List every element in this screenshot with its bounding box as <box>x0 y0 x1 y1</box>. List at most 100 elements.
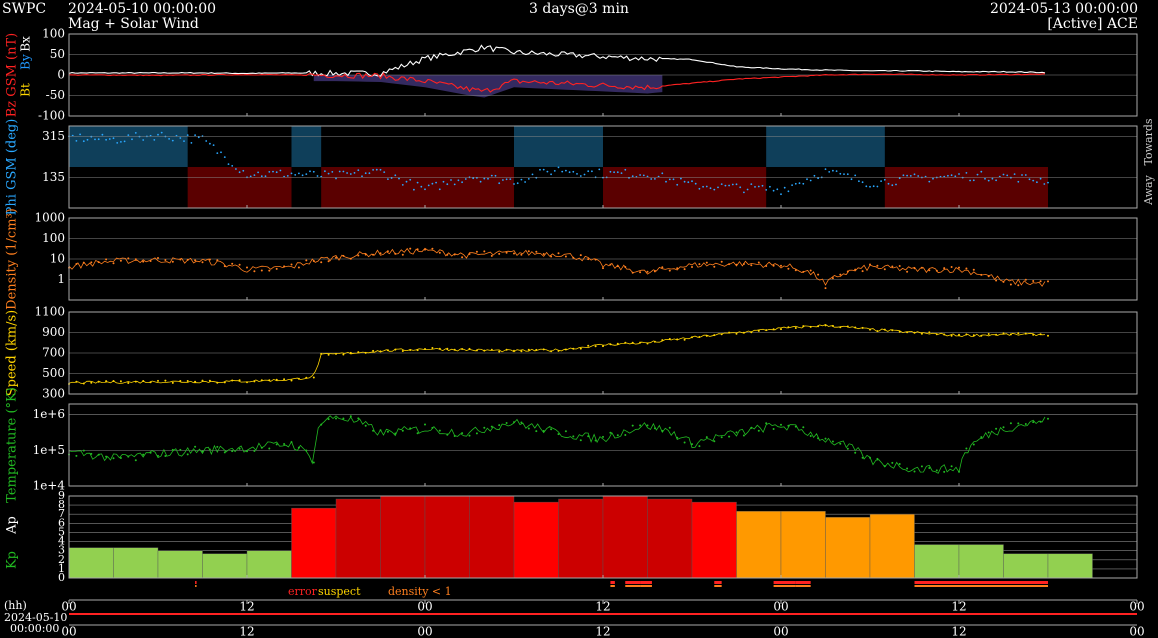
solar-wind-chart: 100500-50-100Bz GSM (nT) BtByBx315135Phi … <box>4 27 1155 638</box>
phi-point <box>620 172 623 175</box>
temperature-ylabel: Temperature (°K) <box>5 387 20 503</box>
phi-point <box>505 178 508 181</box>
temperature-point <box>616 434 619 437</box>
phi-point <box>906 174 908 177</box>
speed-point <box>297 377 300 380</box>
temperature-point <box>720 436 723 439</box>
temperature-point <box>1047 417 1049 420</box>
density-point <box>394 252 397 255</box>
temperature-point <box>846 447 849 450</box>
speed-point <box>268 379 271 382</box>
density-ytick-label: 1 <box>57 272 65 286</box>
density-point <box>268 269 271 272</box>
density-point <box>349 257 352 260</box>
speed-point <box>1009 333 1012 336</box>
kp-bar <box>1003 553 1049 579</box>
speed-point <box>824 324 827 327</box>
density-ylabel: Density (1/cm³) <box>5 208 20 310</box>
phi-point <box>502 179 504 181</box>
temperature-point <box>624 434 627 436</box>
temperature-point <box>246 450 248 453</box>
density-point <box>90 261 93 264</box>
phi-point <box>290 172 293 175</box>
phi-point <box>728 184 730 187</box>
phi-point <box>483 177 486 180</box>
temperature-point <box>305 449 308 452</box>
temperature-point <box>579 439 582 442</box>
density-point <box>861 270 864 273</box>
temperature-point <box>1024 423 1027 425</box>
temperature-point <box>82 449 85 452</box>
legend-bx: Bx <box>19 36 33 52</box>
speed-point <box>928 331 931 334</box>
density-point <box>216 259 219 262</box>
temperature-point <box>105 455 108 458</box>
phi-point <box>520 178 523 181</box>
phi-point <box>405 180 408 183</box>
speed-point <box>97 380 100 383</box>
phi-point <box>761 184 764 187</box>
phi-point <box>194 134 197 137</box>
series-line-bt <box>68 44 1046 77</box>
phi-point <box>1043 183 1046 185</box>
phi-point <box>490 174 493 177</box>
speed-point <box>275 378 278 381</box>
density-point <box>995 279 998 282</box>
speed-point <box>216 381 219 384</box>
temperature-point <box>335 417 337 420</box>
speed-point <box>683 338 686 341</box>
temperature-point <box>164 455 167 457</box>
temperature-point <box>431 426 434 429</box>
phi-point <box>1021 174 1023 176</box>
phi-point <box>442 180 445 183</box>
phi-point <box>183 140 185 143</box>
time-tick-label-bottom: 12 <box>951 625 966 638</box>
density-point <box>505 251 508 254</box>
speed-point <box>943 333 946 336</box>
density-point <box>171 260 174 263</box>
speed-point <box>1017 332 1020 335</box>
axis-time-label: 00:00:00 <box>10 622 59 635</box>
density-point <box>854 268 857 271</box>
speed-point <box>468 347 471 350</box>
speed-point <box>483 349 486 352</box>
density-point <box>1047 280 1049 283</box>
speed-point <box>260 379 263 382</box>
speed-point <box>1032 333 1035 336</box>
temperature-point <box>401 429 404 432</box>
temperature-point <box>409 427 412 430</box>
density-point <box>1039 280 1042 283</box>
phi-point <box>702 185 704 188</box>
phi-point <box>891 184 894 187</box>
phi-point <box>97 138 100 141</box>
mag-ytick-label: 0 <box>57 68 65 82</box>
speed-ytick-label: 1100 <box>34 305 65 319</box>
mag-ytick-label: 50 <box>50 47 65 61</box>
phi-point <box>1032 179 1035 182</box>
flag-mark-density-3 <box>640 585 652 587</box>
phi-point <box>349 173 352 175</box>
temperature-point <box>802 426 805 429</box>
speed-point <box>713 334 716 337</box>
phi-point <box>661 172 664 175</box>
density-point <box>186 258 189 261</box>
temperature-point <box>312 461 315 464</box>
temperature-point <box>609 431 612 434</box>
density-point <box>105 258 108 261</box>
time-tick-label-bottom: 00 <box>1129 625 1144 638</box>
temperature-point <box>275 443 278 446</box>
phi-point <box>342 170 345 173</box>
phi-point <box>680 177 682 180</box>
phi-point <box>223 156 226 159</box>
phi-point <box>858 180 860 183</box>
phi-point <box>327 172 330 175</box>
phi-point <box>576 173 578 175</box>
kp-bar <box>691 501 737 579</box>
phi-point <box>153 139 156 141</box>
kp-bar <box>424 495 470 579</box>
phi-point <box>546 170 549 173</box>
temperature-point <box>691 443 693 446</box>
phi-point <box>424 188 426 191</box>
temperature-line <box>68 415 1046 474</box>
temperature-point <box>157 454 159 457</box>
